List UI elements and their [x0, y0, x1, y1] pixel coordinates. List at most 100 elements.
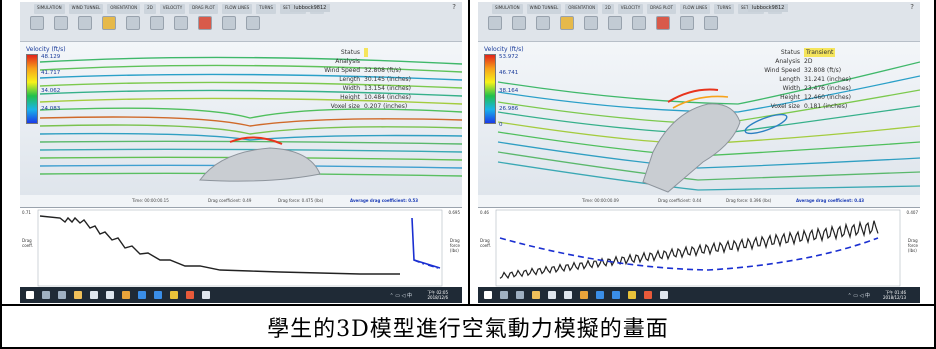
system-tray[interactable]: ⌃ ▭ ◁ 中 [389, 292, 412, 299]
wind-tunnel-icon[interactable] [512, 16, 526, 30]
drag-coefficient-readout: Drag coefficient: 0.49 [208, 198, 252, 203]
system-tray[interactable]: ⌃ ▭ ◁ 中 [847, 292, 870, 299]
drag-graph: 0.71 Drag coeff. 0.695 Drag force (lbs) [20, 207, 462, 287]
view-2d-icon[interactable] [102, 16, 116, 30]
taskbar-clock[interactable]: 下午 01:46 2018/12/13 [883, 290, 906, 300]
chrome-icon[interactable] [580, 291, 588, 299]
graph-left-axis-label: Drag coeff. [22, 238, 34, 248]
toolbar-tab[interactable]: DRAG PLOT [189, 4, 218, 14]
taskbar-icons [26, 291, 210, 299]
file-explorer-icon[interactable] [532, 291, 540, 299]
start-icon[interactable] [26, 291, 34, 299]
legend-tick: 38.164 [499, 88, 519, 94]
ie-icon[interactable] [154, 291, 162, 299]
turns-icon[interactable] [656, 16, 670, 30]
edge-icon[interactable] [596, 291, 604, 299]
chrome-icon[interactable] [122, 291, 130, 299]
drag-graph: 0.46 Drag coeff. 0.407 Drag force (lbs) [478, 207, 920, 287]
toolbar-tab[interactable]: TURNS [256, 4, 276, 14]
toolbar-tab[interactable]: 2D [602, 4, 614, 14]
toolbar-tab[interactable]: VELOCITY [159, 4, 186, 14]
help-icon[interactable]: ? [452, 3, 456, 11]
row-divider [0, 304, 936, 306]
toolbar-tab[interactable]: FLOW LINES [679, 4, 711, 14]
orientation-icon[interactable] [78, 16, 92, 30]
legend-title: Velocity (ft/s) [26, 46, 66, 53]
prop-value: Transient [804, 48, 836, 57]
prop-key: Height [780, 94, 800, 101]
app-icon[interactable] [628, 291, 636, 299]
app-icon[interactable] [660, 291, 668, 299]
app-icon[interactable] [186, 291, 194, 299]
toolbar-tab[interactable]: ORIENTATION [107, 4, 141, 14]
simulation-icon[interactable] [30, 16, 44, 30]
graph-left-axis-label: Drag coeff. [480, 238, 492, 248]
prop-key: Length [339, 76, 360, 83]
simulation-icon[interactable] [488, 16, 502, 30]
ie-icon[interactable] [612, 291, 620, 299]
left-simulation-screenshot: SIMULATION WIND TUNNEL ORIENTATION 2D VE… [20, 2, 462, 303]
prop-key: Voxel size [330, 103, 360, 110]
orientation-icon[interactable] [536, 16, 550, 30]
store-icon[interactable] [90, 291, 98, 299]
app-icon[interactable] [644, 291, 652, 299]
toolbar-tab[interactable]: SIMULATION [492, 4, 523, 14]
search-icon[interactable] [500, 291, 508, 299]
toolbar-tab[interactable]: ORIENTATION [565, 4, 599, 14]
flow-lines-icon[interactable] [174, 16, 188, 30]
view-2d-icon[interactable] [560, 16, 574, 30]
flow-viewport: Velocity (ft/s) 53.972 46.741 38.164 26.… [478, 42, 920, 195]
average-drag-coefficient: Average drag coefficient: 0.53 [350, 198, 419, 203]
help-icon[interactable]: ? [910, 3, 914, 11]
drag-plot-icon[interactable] [150, 16, 164, 30]
flow-lines-icon[interactable] [632, 16, 646, 30]
prop-value: 13.154 (inches) [364, 85, 411, 92]
velocity-icon[interactable] [584, 16, 598, 30]
prop-row: Length 30.145 (inches) [320, 75, 411, 84]
toolbar-tab[interactable]: WIND TUNNEL [68, 4, 104, 14]
toolbar-tab[interactable]: SIMULATION [34, 4, 65, 14]
store-icon[interactable] [548, 291, 556, 299]
hdr-icon[interactable] [704, 16, 718, 30]
legend-tick: 26.986 [499, 106, 519, 112]
app-icon[interactable] [202, 291, 210, 299]
prop-value: 31.241 (inches) [804, 76, 851, 83]
settings-icon[interactable] [680, 16, 694, 30]
legend-tick: 53.972 [499, 54, 519, 60]
start-icon[interactable] [484, 291, 492, 299]
turns-icon[interactable] [198, 16, 212, 30]
toolbar-icon-row [30, 16, 260, 30]
task-view-icon[interactable] [58, 291, 66, 299]
settings-icon[interactable] [222, 16, 236, 30]
toolbar-tab[interactable]: TURNS [714, 4, 734, 14]
figure-caption: 學生的3D模型進行空氣動力模擬的畫面 [267, 317, 669, 342]
file-title: lubbock9812 [290, 4, 331, 12]
file-explorer-icon[interactable] [74, 291, 82, 299]
flow-lines-svg [497, 61, 920, 193]
task-view-icon[interactable] [516, 291, 524, 299]
taskbar-clock[interactable]: 下午 02:05 2018/12/6 [427, 290, 448, 300]
mail-icon[interactable] [564, 291, 572, 299]
wind-tunnel-icon[interactable] [54, 16, 68, 30]
prop-key: Length [779, 76, 800, 83]
drag-info-line: Time: 00:00:00.09 Drag coefficient: 0.44… [478, 195, 920, 207]
prop-value: 0.181 (inches) [804, 103, 848, 110]
hdr-icon[interactable] [246, 16, 260, 30]
toolbar-tab[interactable]: VELOCITY [617, 4, 644, 14]
edge-icon[interactable] [138, 291, 146, 299]
app-icon[interactable] [170, 291, 178, 299]
toolbar-tabs: SIMULATION WIND TUNNEL ORIENTATION 2D VE… [492, 4, 783, 14]
toolbar-tab[interactable]: 2D [144, 4, 156, 14]
legend-tick: 48.129 [41, 54, 61, 60]
mail-icon[interactable] [106, 291, 114, 299]
velocity-icon[interactable] [126, 16, 140, 30]
right-simulation-screenshot: SIMULATION WIND TUNNEL ORIENTATION 2D VE… [478, 2, 920, 303]
toolbar-icon-row [488, 16, 718, 30]
toolbar-tab[interactable]: WIND TUNNEL [526, 4, 562, 14]
prop-row: Voxel size 0.181 (inches) [760, 102, 851, 111]
toolbar-tab[interactable]: DRAG PLOT [647, 4, 676, 14]
search-icon[interactable] [42, 291, 50, 299]
drag-plot-icon[interactable] [608, 16, 622, 30]
toolbar-tab[interactable]: FLOW LINES [221, 4, 253, 14]
taskbar-icons [484, 291, 668, 299]
